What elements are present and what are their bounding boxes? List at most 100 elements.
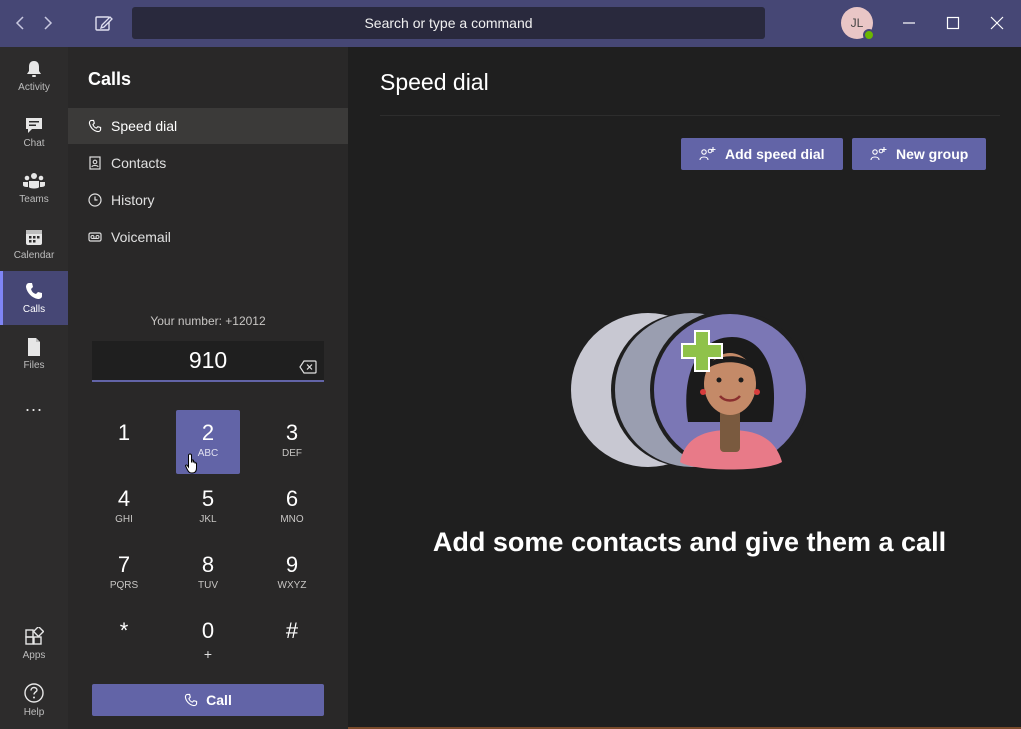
divider	[380, 115, 1000, 116]
key-digit: 5	[201, 486, 215, 511]
back-arrow-icon[interactable]	[10, 12, 30, 34]
minimize-icon[interactable]	[896, 10, 922, 36]
calendar-icon	[26, 230, 42, 245]
rail-item-label: Help	[23, 707, 45, 718]
rail-item-help[interactable]: Help	[0, 673, 68, 727]
keypad-key-9[interactable]: 9 WXYZ	[260, 542, 324, 606]
voicemail-icon	[88, 232, 102, 242]
key-digit: 0	[201, 618, 215, 643]
keypad-key-0[interactable]: 0 +	[176, 608, 240, 672]
compose-icon[interactable]	[93, 12, 115, 34]
call-button[interactable]: Call	[92, 684, 324, 716]
phone-icon	[88, 119, 102, 133]
add-speed-dial-label: Add speed dial	[725, 146, 825, 162]
nav-voicemail[interactable]: Voicemail	[68, 219, 348, 255]
key-digit: 6	[285, 486, 299, 511]
key-letters: +	[203, 646, 213, 662]
rail-item-calls[interactable]: Calls	[0, 271, 68, 325]
empty-state-illustration	[570, 310, 810, 477]
nav-history[interactable]: History	[68, 182, 348, 218]
forward-arrow-icon[interactable]	[38, 12, 58, 34]
dial-value: 910	[188, 347, 228, 373]
call-label: Call	[206, 692, 232, 708]
app-rail: Activity Chat Teams Calendar Calls Files…	[0, 47, 68, 729]
key-digit: *	[119, 618, 129, 643]
teams-icon	[23, 173, 45, 189]
search-input[interactable]: Search or type a command	[132, 7, 765, 39]
new-group-label: New group	[896, 146, 969, 162]
nav-label: Speed dial	[111, 118, 178, 134]
more-icon: ...	[24, 394, 43, 415]
keypad-key-8[interactable]: 8 TUV	[176, 542, 240, 606]
keypad-key-7[interactable]: 7 PQRS	[92, 542, 156, 606]
key-digit: 1	[117, 420, 131, 445]
file-icon	[28, 338, 40, 356]
title-bar: Search or type a command JL	[0, 0, 1021, 47]
bell-icon	[27, 61, 41, 77]
maximize-icon[interactable]	[940, 10, 966, 36]
apps-icon	[25, 627, 44, 645]
key-letters: GHI	[115, 514, 133, 525]
presence-available-icon	[863, 29, 875, 41]
rail-item-label: Chat	[23, 138, 45, 149]
key-letters: DEF	[282, 448, 302, 459]
keypad-key-star[interactable]: *	[92, 608, 156, 672]
hand-cursor-icon	[185, 453, 201, 480]
your-number: Your number: +12012	[150, 314, 266, 328]
phone-icon	[26, 283, 42, 299]
rail-item-teams[interactable]: Teams	[0, 161, 68, 215]
keypad-key-1[interactable]: 1	[92, 410, 156, 474]
keypad-key-6[interactable]: 6 MNO	[260, 476, 324, 540]
nav-label: History	[111, 192, 155, 208]
key-letters: WXYZ	[277, 580, 307, 591]
keypad-key-3[interactable]: 3 DEF	[260, 410, 324, 474]
panel-title: Calls	[88, 69, 132, 89]
dial-number-input[interactable]: 910	[92, 341, 324, 382]
keypad-key-4[interactable]: 4 GHI	[92, 476, 156, 540]
rail-item-label: Calendar	[13, 250, 55, 261]
nav-contacts[interactable]: Contacts	[68, 145, 348, 181]
rail-item-activity[interactable]: Activity	[0, 49, 68, 103]
rail-item-chat[interactable]: Chat	[0, 105, 68, 159]
nav-label: Contacts	[111, 155, 167, 171]
key-digit: #	[285, 618, 299, 643]
close-icon[interactable]	[984, 10, 1010, 36]
key-digit: 7	[117, 552, 131, 577]
key-digit: 2	[201, 420, 215, 445]
rail-item-label: Teams	[19, 194, 49, 205]
clock-icon	[88, 193, 102, 207]
rail-item-label: Calls	[22, 304, 46, 315]
key-letters: TUV	[198, 580, 218, 591]
avatar-initials: JL	[850, 16, 864, 30]
phone-icon	[184, 693, 198, 707]
key-letters: JKL	[199, 514, 217, 525]
rail-item-label: Apps	[22, 650, 46, 661]
help-icon	[24, 683, 44, 703]
page-title: Speed dial	[380, 69, 489, 95]
rail-item-more[interactable]: ...	[0, 383, 68, 437]
chat-icon	[26, 118, 42, 133]
key-digit: 9	[285, 552, 299, 577]
calls-panel: Calls Speed dial Contacts History Voicem…	[68, 47, 348, 729]
keypad-key-5[interactable]: 5 JKL	[176, 476, 240, 540]
empty-state-message: Add some contacts and give them a call	[432, 527, 947, 557]
key-letters: PQRS	[109, 580, 139, 591]
add-speed-dial-button[interactable]: Add speed dial	[681, 138, 843, 170]
search-placeholder: Search or type a command	[364, 15, 533, 31]
rail-item-calendar[interactable]: Calendar	[0, 217, 68, 271]
key-digit: 3	[285, 420, 299, 445]
key-digit: 8	[201, 552, 215, 577]
key-digit: 4	[117, 486, 131, 511]
rail-item-files[interactable]: Files	[0, 327, 68, 381]
nav-label: Voicemail	[111, 229, 171, 245]
key-letters: MNO	[280, 514, 304, 525]
new-group-button[interactable]: New group	[852, 138, 987, 170]
nav-speed-dial[interactable]: Speed dial	[68, 108, 348, 144]
keypad-key-hash[interactable]: #	[260, 608, 324, 672]
rail-item-label: Files	[23, 360, 45, 371]
rail-item-label: Activity	[18, 82, 50, 93]
rail-item-apps[interactable]: Apps	[0, 617, 68, 671]
backspace-icon[interactable]	[299, 353, 317, 380]
avatar[interactable]: JL	[841, 7, 875, 41]
add-group-icon	[870, 147, 887, 161]
